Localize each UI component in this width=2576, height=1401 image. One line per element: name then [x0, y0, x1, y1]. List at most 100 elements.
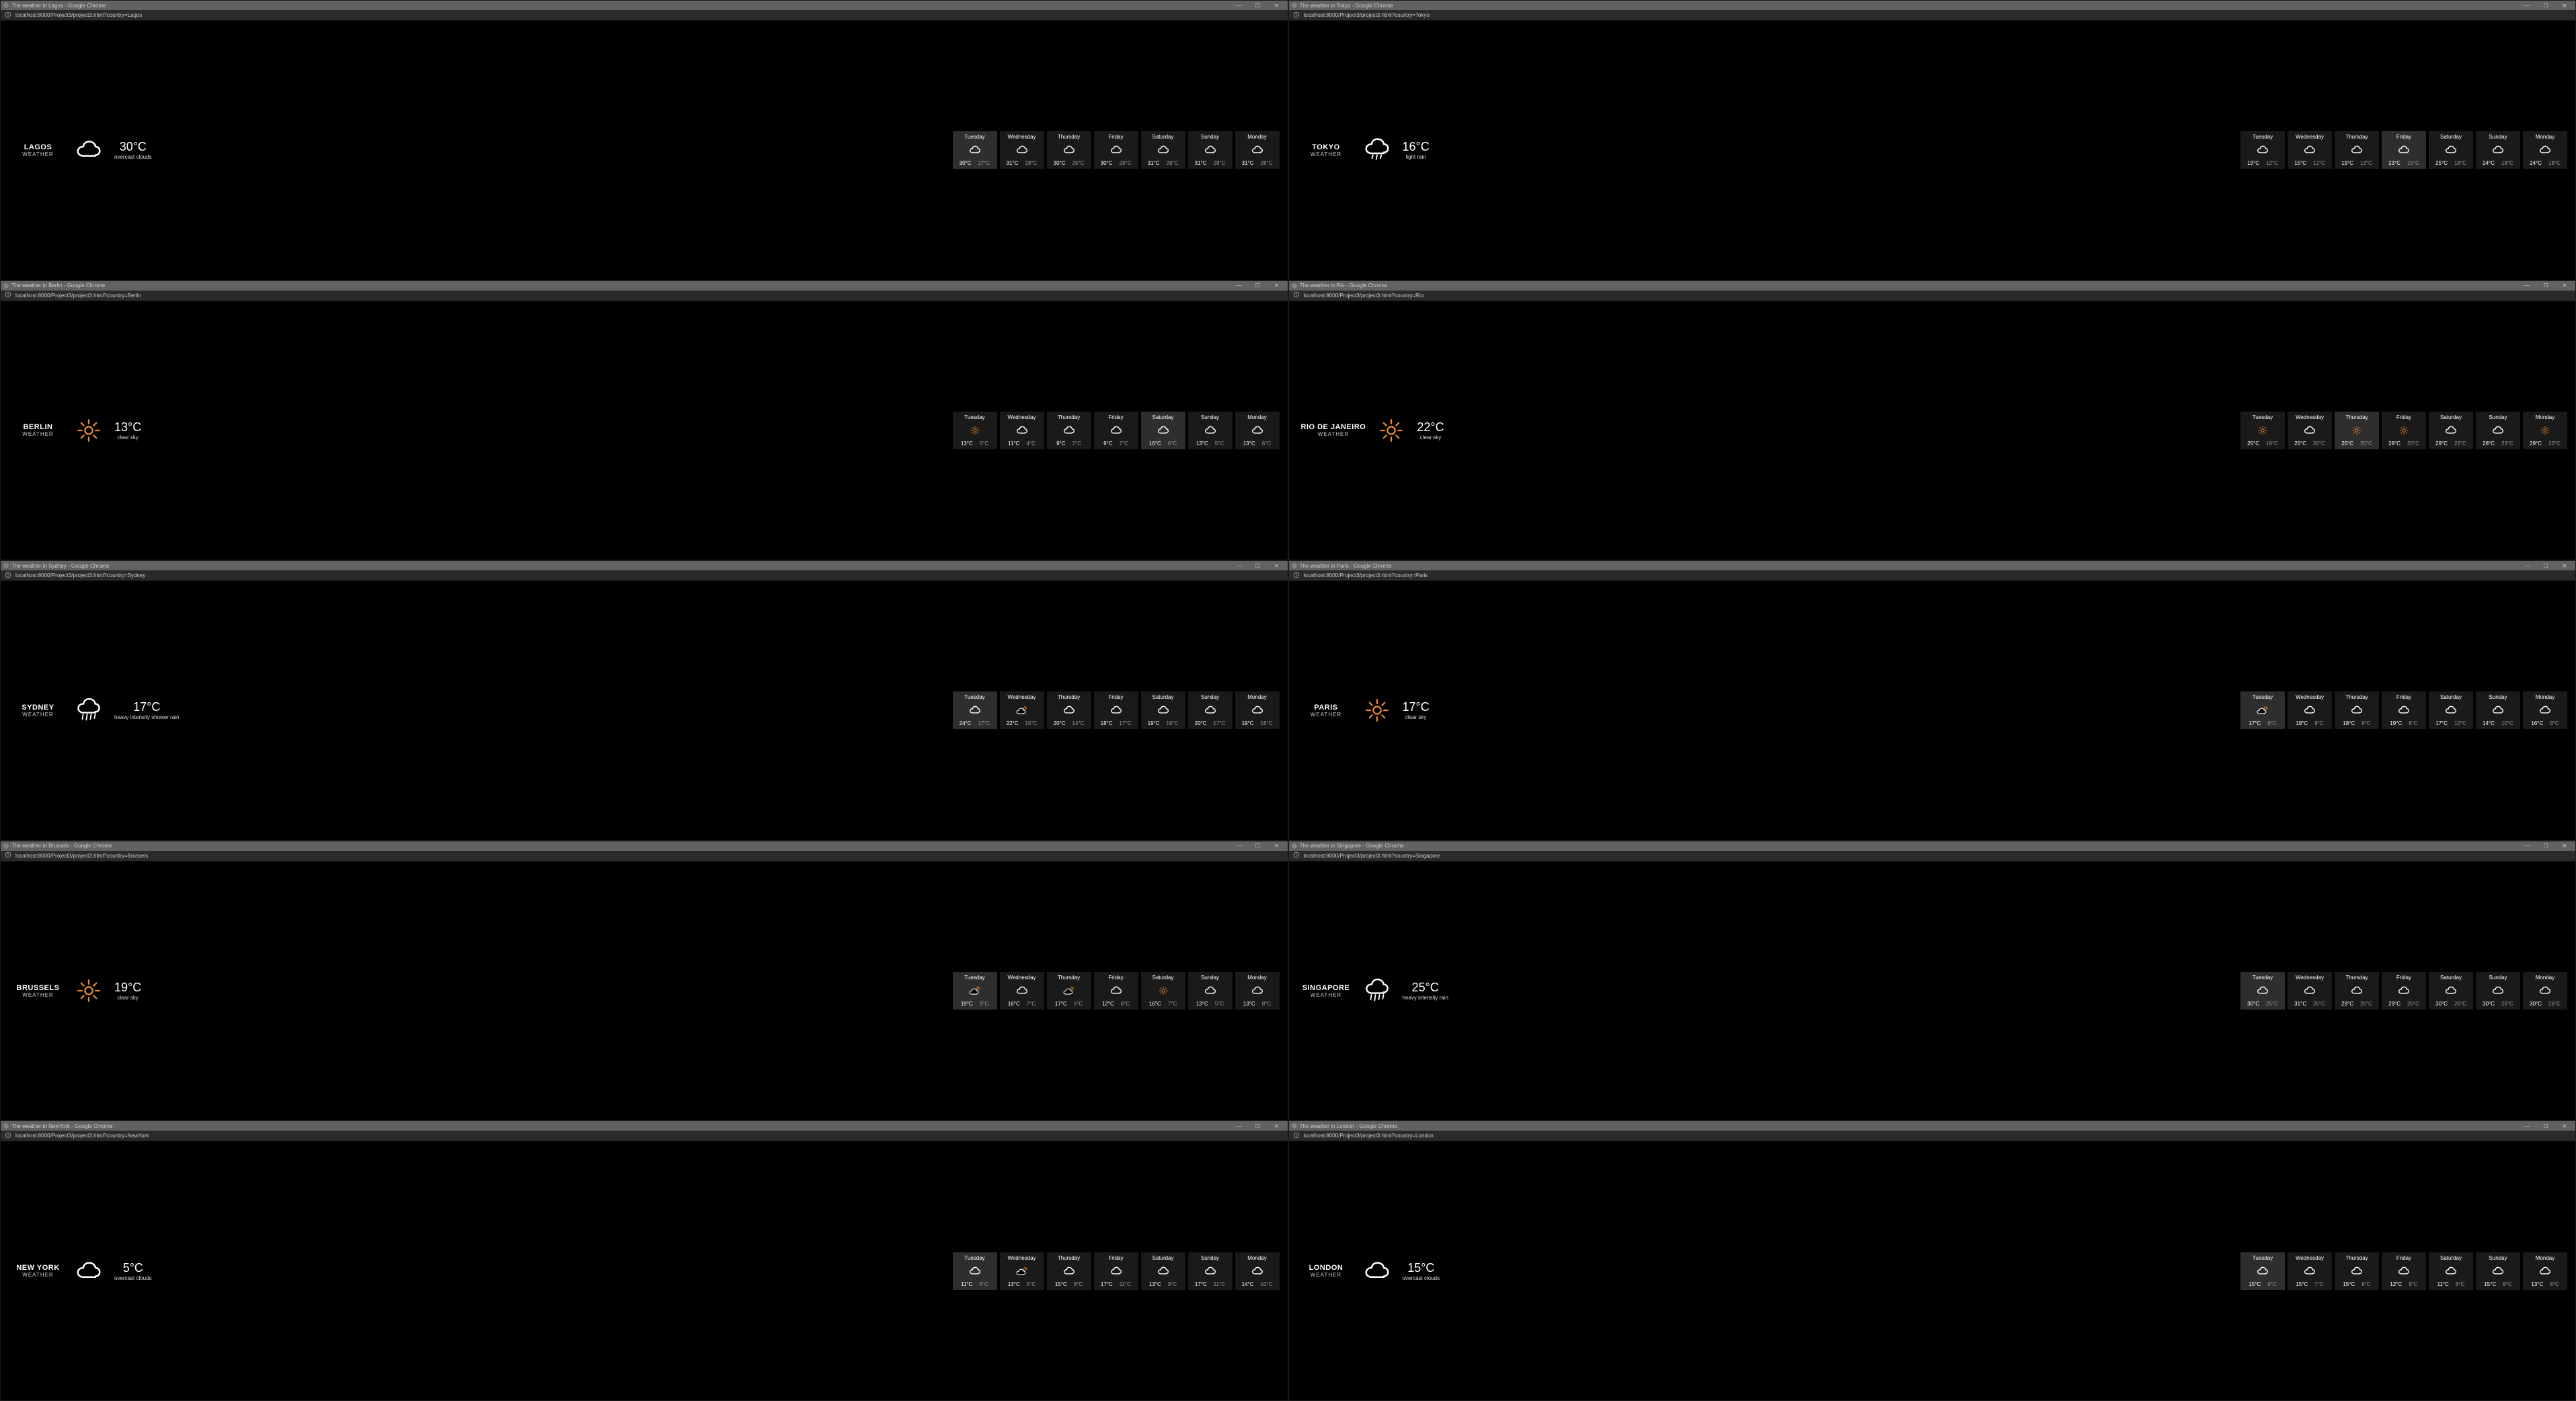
maximize-button[interactable]: ☐ [2538, 3, 2554, 9]
forecast-day[interactable]: Monday 31°C 28°C [1235, 131, 1280, 169]
forecast-day[interactable]: Tuesday 17°C 9°C [2240, 691, 2285, 729]
forecast-day[interactable]: Saturday 11°C 8°C [2429, 1252, 2473, 1290]
address-bar[interactable]: localhost:8000/Project3/project3.html?co… [1, 570, 1288, 581]
minimize-button[interactable]: — [1231, 282, 1247, 289]
info-icon[interactable] [1293, 1130, 1300, 1142]
window-titlebar[interactable]: The weather in Brussels - Google Chrome … [1, 841, 1288, 851]
forecast-day[interactable]: Tuesday 11°C 5°C [953, 1252, 997, 1290]
close-button[interactable]: ✕ [2557, 563, 2573, 569]
maximize-button[interactable]: ☐ [1250, 3, 1266, 9]
forecast-day[interactable]: Monday 16°C 9°C [2523, 691, 2567, 729]
forecast-day[interactable]: Sunday 17°C 11°C [1188, 1252, 1233, 1290]
forecast-day[interactable]: Sunday 20°C 17°C [1188, 691, 1233, 729]
forecast-day[interactable]: Saturday 13°C 9°C [1141, 1252, 1185, 1290]
forecast-day[interactable]: Friday 12°C 6°C [1094, 972, 1138, 1010]
forecast-day[interactable]: Tuesday 15°C 9°C [2240, 1252, 2285, 1290]
window-titlebar[interactable]: The weather in Singapore - Google Chrome… [1289, 841, 2576, 851]
forecast-day[interactable]: Thursday 25°C 20°C [2335, 412, 2379, 449]
forecast-day[interactable]: Saturday 19°C 16°C [1141, 691, 1185, 729]
forecast-day[interactable]: Tuesday 25°C 19°C [2240, 412, 2285, 449]
maximize-button[interactable]: ☐ [1250, 282, 1266, 289]
forecast-day[interactable]: Friday 23°C 15°C [2382, 131, 2426, 169]
window-titlebar[interactable]: The weather in Tokyo - Google Chrome — ☐… [1289, 1, 2576, 10]
forecast-day[interactable]: Thursday 30°C 25°C [1047, 131, 1091, 169]
forecast-day[interactable]: Saturday 30°C 26°C [2429, 972, 2473, 1010]
info-icon[interactable] [5, 570, 11, 582]
forecast-day[interactable]: Wednesday 31°C 28°C [1000, 131, 1044, 169]
address-bar[interactable]: localhost:8000/Project3/project3.html?co… [1289, 851, 2576, 862]
close-button[interactable]: ✕ [1269, 563, 1285, 569]
forecast-day[interactable]: Friday 17°C 11°C [1094, 1252, 1138, 1290]
minimize-button[interactable]: — [1231, 563, 1247, 569]
window-titlebar[interactable]: The weather in Berlin - Google Chrome — … [1, 281, 1288, 291]
window-titlebar[interactable]: The weather in Rio - Google Chrome — ☐ ✕ [1289, 281, 2576, 291]
info-icon[interactable] [1293, 289, 1300, 301]
forecast-day[interactable]: Sunday 28°C 23°C [2476, 412, 2520, 449]
forecast-day[interactable]: Thursday 17°C 6°C [1047, 972, 1091, 1010]
close-button[interactable]: ✕ [2557, 843, 2573, 849]
close-button[interactable]: ✕ [1269, 3, 1285, 9]
forecast-day[interactable]: Wednesday 18°C 9°C [2288, 691, 2332, 729]
close-button[interactable]: ✕ [1269, 282, 1285, 289]
forecast-day[interactable]: Wednesday 16°C 7°C [1000, 972, 1044, 1010]
forecast-day[interactable]: Saturday 25°C 18°C [2429, 131, 2473, 169]
close-button[interactable]: ✕ [1269, 1123, 1285, 1129]
forecast-day[interactable]: Tuesday 24°C 17°C [953, 691, 997, 729]
address-bar[interactable]: localhost:8000/Project3/project3.html?co… [1289, 1131, 2576, 1141]
address-bar[interactable]: localhost:8000/Project3/project3.html?co… [1289, 570, 2576, 581]
forecast-day[interactable]: Friday 19°C 8°C [2382, 691, 2426, 729]
forecast-day[interactable]: Sunday 24°C 18°C [2476, 131, 2520, 169]
info-icon[interactable] [5, 289, 11, 301]
forecast-day[interactable]: Friday 29°C 26°C [2382, 972, 2426, 1010]
minimize-button[interactable]: — [1231, 3, 1247, 9]
minimize-button[interactable]: — [2519, 1123, 2535, 1129]
forecast-day[interactable]: Saturday 16°C 6°C [1141, 412, 1185, 449]
forecast-day[interactable]: Sunday 13°C 5°C [1188, 972, 1233, 1010]
forecast-day[interactable]: Wednesday 15°C 12°C [2288, 131, 2332, 169]
close-button[interactable]: ✕ [2557, 1123, 2573, 1129]
forecast-day[interactable]: Thursday 9°C 7°C [1047, 412, 1091, 449]
forecast-day[interactable]: Wednesday 15°C 7°C [2288, 1252, 2332, 1290]
maximize-button[interactable]: ☐ [1250, 1123, 1266, 1129]
forecast-day[interactable]: Sunday 30°C 26°C [2476, 972, 2520, 1010]
forecast-day[interactable]: Tuesday 30°C 27°C [953, 131, 997, 169]
forecast-day[interactable]: Friday 12°C 9°C [2382, 1252, 2426, 1290]
forecast-day[interactable]: Monday 19°C 18°C [1235, 691, 1280, 729]
info-icon[interactable] [1293, 570, 1300, 582]
address-bar[interactable]: localhost:8000/Project3/project3.html?co… [1, 291, 1288, 301]
info-icon[interactable] [5, 9, 11, 22]
address-bar[interactable]: localhost:8000/Project3/project3.html?co… [1289, 291, 2576, 301]
forecast-day[interactable]: Friday 9°C 7°C [1094, 412, 1138, 449]
forecast-day[interactable]: Monday 13°C 6°C [2523, 1252, 2567, 1290]
close-button[interactable]: ✕ [2557, 3, 2573, 9]
minimize-button[interactable]: — [2519, 843, 2535, 849]
forecast-day[interactable]: Sunday 31°C 28°C [1188, 131, 1233, 169]
window-titlebar[interactable]: The weather in Sydney - Google Chrome — … [1, 561, 1288, 570]
forecast-day[interactable]: Sunday 14°C 10°C [2476, 691, 2520, 729]
forecast-day[interactable]: Thursday 20°C 14°C [1047, 691, 1091, 729]
minimize-button[interactable]: — [2519, 3, 2535, 9]
address-bar[interactable]: localhost:8000/Project3/project3.html?co… [1, 10, 1288, 21]
forecast-day[interactable]: Thursday 19°C 13°C [2335, 131, 2379, 169]
maximize-button[interactable]: ☐ [1250, 843, 1266, 849]
forecast-day[interactable]: Saturday 29°C 22°C [2429, 412, 2473, 449]
forecast-day[interactable]: Tuesday 30°C 25°C [2240, 972, 2285, 1010]
maximize-button[interactable]: ☐ [2538, 282, 2554, 289]
maximize-button[interactable]: ☐ [2538, 843, 2554, 849]
info-icon[interactable] [5, 849, 11, 862]
forecast-day[interactable]: Wednesday 22°C 15°C [1000, 691, 1044, 729]
forecast-day[interactable]: Thursday 29°C 26°C [2335, 972, 2379, 1010]
forecast-day[interactable]: Saturday 31°C 28°C [1141, 131, 1185, 169]
forecast-day[interactable]: Tuesday 19°C 12°C [2240, 131, 2285, 169]
minimize-button[interactable]: — [1231, 843, 1247, 849]
window-titlebar[interactable]: The weather in Lagos - Google Chrome — ☐… [1, 1, 1288, 10]
forecast-day[interactable]: Wednesday 31°C 26°C [2288, 972, 2332, 1010]
forecast-day[interactable]: Monday 13°C 8°C [1235, 972, 1280, 1010]
forecast-day[interactable]: Monday 24°C 18°C [2523, 131, 2567, 169]
window-titlebar[interactable]: The weather in London - Google Chrome — … [1289, 1121, 2576, 1131]
minimize-button[interactable]: — [1231, 1123, 1247, 1129]
forecast-day[interactable]: Thursday 18°C 8°C [2335, 691, 2379, 729]
forecast-day[interactable]: Thursday 15°C 8°C [2335, 1252, 2379, 1290]
info-icon[interactable] [1293, 9, 1300, 22]
forecast-day[interactable]: Tuesday 13°C 5°C [953, 412, 997, 449]
